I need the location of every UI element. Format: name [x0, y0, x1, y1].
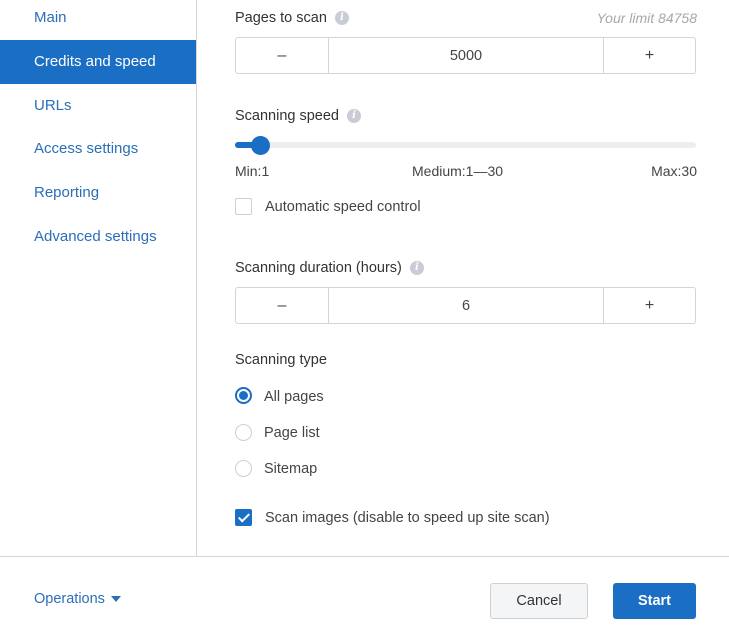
- pages-to-scan-label: Pages to scan i: [235, 10, 349, 26]
- increment-button[interactable]: +: [603, 38, 695, 73]
- minus-icon: –: [277, 296, 287, 314]
- slider-track: [235, 142, 696, 148]
- radio-all-pages[interactable]: [235, 387, 252, 404]
- scanning-speed-title: Scanning speed: [235, 108, 339, 124]
- footer: Operations Cancel Start: [0, 556, 729, 639]
- speed-medium-label: Medium:1—30: [412, 163, 504, 179]
- radio-page-list-label: Page list: [264, 425, 320, 441]
- info-icon[interactable]: i: [334, 11, 349, 25]
- scanning-duration-title: Scanning duration (hours): [235, 260, 402, 276]
- increment-button[interactable]: +: [603, 288, 695, 323]
- scanning-duration-stepper: – +: [235, 287, 696, 324]
- speed-min-label: Min:1: [235, 163, 270, 179]
- speed-max-label: Max:30: [651, 163, 697, 179]
- info-icon[interactable]: i: [347, 109, 361, 123]
- sidebar: Main Credits and speed URLs Access setti…: [0, 0, 197, 556]
- cancel-button[interactable]: Cancel: [490, 583, 588, 619]
- scanning-duration-label: Scanning duration (hours) i: [235, 260, 424, 276]
- operations-label: Operations: [34, 591, 105, 607]
- info-icon[interactable]: i: [409, 261, 424, 275]
- automatic-speed-checkbox[interactable]: [235, 198, 252, 215]
- sidebar-item-urls[interactable]: URLs: [0, 84, 196, 128]
- radio-page-list[interactable]: [235, 424, 252, 441]
- settings-panel: Pages to scan i Your limit 84758 – + Sca…: [197, 0, 729, 556]
- radio-sitemap-label: Sitemap: [264, 461, 318, 477]
- sidebar-item-access-settings[interactable]: Access settings: [0, 127, 196, 171]
- sidebar-item-main[interactable]: Main: [0, 0, 196, 40]
- caret-down-icon: [110, 596, 121, 602]
- sidebar-item-advanced-settings[interactable]: Advanced settings: [0, 215, 196, 259]
- pages-to-scan-stepper: – +: [235, 37, 696, 74]
- slider-thumb[interactable]: [250, 136, 270, 155]
- pages-to-scan-title: Pages to scan: [235, 10, 327, 26]
- sidebar-item-credits-and-speed[interactable]: Credits and speed: [0, 40, 196, 84]
- scanning-speed-label: Scanning speed i: [235, 108, 361, 124]
- limit-text: Your limit 84758: [596, 10, 697, 26]
- scan-images-checkbox[interactable]: [235, 509, 252, 526]
- pages-to-scan-input[interactable]: [329, 38, 603, 73]
- start-button[interactable]: Start: [613, 583, 696, 619]
- sidebar-item-reporting[interactable]: Reporting: [0, 171, 196, 215]
- scanning-type-title: Scanning type: [235, 352, 327, 368]
- plus-icon: +: [644, 46, 655, 64]
- minus-icon: –: [277, 46, 287, 64]
- plus-icon: +: [644, 296, 655, 314]
- operations-dropdown[interactable]: Operations: [34, 591, 121, 607]
- decrement-button[interactable]: –: [236, 38, 329, 73]
- automatic-speed-label: Automatic speed control: [265, 199, 421, 215]
- scanning-speed-slider[interactable]: [235, 136, 696, 155]
- scan-images-label: Scan images (disable to speed up site sc…: [265, 510, 550, 526]
- radio-all-pages-label: All pages: [264, 389, 324, 405]
- scanning-type-label: Scanning type: [235, 352, 327, 368]
- radio-sitemap[interactable]: [235, 460, 252, 477]
- decrement-button[interactable]: –: [236, 288, 329, 323]
- scanning-duration-input[interactable]: [329, 288, 603, 323]
